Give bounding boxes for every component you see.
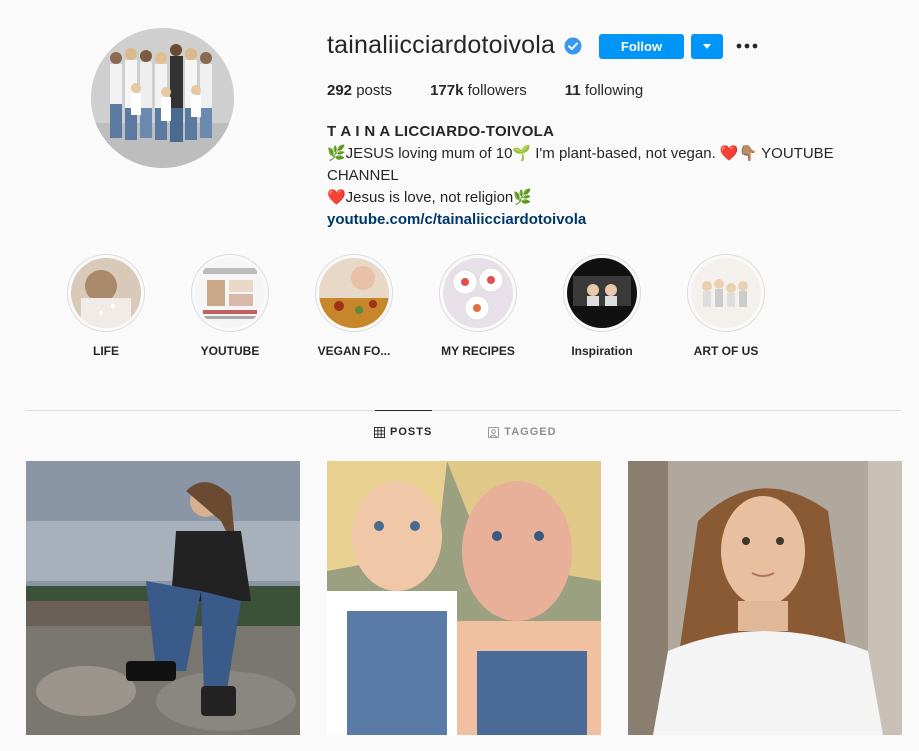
profile-username: tainaliicciardotoivola <box>327 31 556 59</box>
highlight-youtube[interactable]: YOUTUBE <box>190 254 270 358</box>
followers-count-label: followers <box>463 82 527 99</box>
highlight-youtube-image <box>195 258 265 328</box>
suggested-accounts-dropdown-button[interactable] <box>691 34 723 59</box>
followers-link[interactable]: 177k followers <box>430 82 527 99</box>
posts-count: 292 posts <box>327 82 392 99</box>
active-tab-indicator <box>375 410 432 411</box>
tagged-icon <box>488 426 500 438</box>
tab-tagged-label: TAGGED <box>504 426 557 438</box>
highlight-label: MY RECIPES <box>441 344 515 358</box>
bio-website-link[interactable]: youtube.com/c/tainaliicciardotoivola <box>327 211 586 228</box>
highlight-art-image <box>691 258 761 328</box>
following-link[interactable]: 11 following <box>565 82 643 99</box>
highlight-label: YOUTUBE <box>200 344 260 358</box>
highlight-label: LIFE <box>93 344 119 358</box>
verified-badge-icon <box>564 37 582 55</box>
profile-bio: T A I N A LICCIARDO-TOIVOLA 🌿JESUS lovin… <box>327 121 907 231</box>
profile-avatar[interactable] <box>91 28 234 168</box>
profile-stats: 292 posts 177k followers 11 following <box>327 82 681 99</box>
highlight-my-recipes[interactable]: MY RECIPES <box>438 254 518 358</box>
tab-posts-label: POSTS <box>390 426 433 438</box>
highlight-life-image <box>71 258 141 328</box>
highlight-ring <box>191 254 269 332</box>
highlight-label: VEGAN FO... <box>317 344 391 358</box>
posts-count-label: posts <box>352 82 393 99</box>
highlight-ring <box>563 254 641 332</box>
more-options-icon <box>736 43 758 49</box>
highlight-ring <box>67 254 145 332</box>
highlight-inspiration-image <box>567 258 637 328</box>
highlight-life[interactable]: LIFE <box>66 254 146 358</box>
profile-full-name: T A I N A LICCIARDO-TOIVOLA <box>327 123 555 140</box>
story-highlights: LIFE YOUTUBE VEGAN FO... MY RECIPES Insp… <box>66 254 810 358</box>
grid-icon <box>374 426 385 438</box>
section-divider <box>26 410 901 411</box>
bio-line-2: ❤️Jesus is love, not religion🌿 <box>327 189 532 206</box>
post-thumbnail[interactable] <box>327 461 601 735</box>
highlight-ring <box>687 254 765 332</box>
tab-tagged[interactable]: TAGGED <box>488 426 556 438</box>
highlight-label: ART OF US <box>693 344 759 358</box>
highlight-vegan-image <box>319 258 389 328</box>
chevron-down-icon <box>703 44 711 49</box>
highlight-inspiration[interactable]: Inspiration <box>562 254 642 358</box>
highlight-label: Inspiration <box>571 344 633 358</box>
following-count-label: following <box>580 82 644 99</box>
followers-count-value: 177k <box>430 82 464 99</box>
highlight-ring <box>315 254 393 332</box>
tab-posts[interactable]: POSTS <box>374 426 432 438</box>
highlight-vegan-food[interactable]: VEGAN FO... <box>314 254 394 358</box>
highlight-ring <box>439 254 517 332</box>
highlight-recipes-image <box>443 258 513 328</box>
highlight-art-of-us[interactable]: ART OF US <box>686 254 766 358</box>
more-options-button[interactable] <box>736 36 758 56</box>
post-thumbnail[interactable] <box>628 461 902 735</box>
bio-line-1: 🌿JESUS loving mum of 10🌱 I'm plant-based… <box>327 145 834 184</box>
follow-button[interactable]: Follow <box>599 34 684 59</box>
following-count-value: 11 <box>564 82 581 99</box>
profile-tabs: POSTS TAGGED <box>374 426 613 438</box>
posts-count-value: 292 <box>327 82 353 99</box>
posts-grid <box>26 461 919 735</box>
post-thumbnail[interactable] <box>26 461 300 735</box>
